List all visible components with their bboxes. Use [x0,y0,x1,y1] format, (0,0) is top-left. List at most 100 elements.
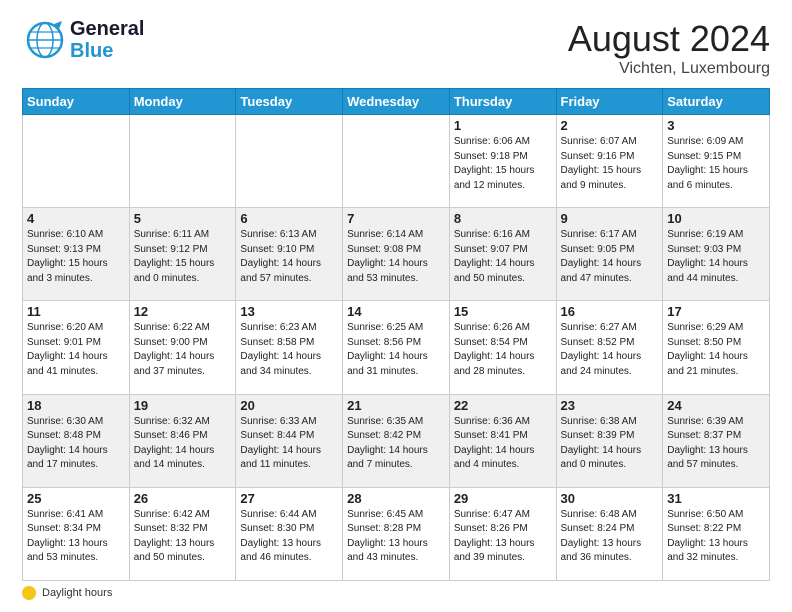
day-info: Sunrise: 6:11 AM Sunset: 9:12 PM Dayligh… [134,228,232,286]
day-number: 21 [347,398,445,413]
day-info: Sunrise: 6:35 AM Sunset: 8:42 PM Dayligh… [347,415,445,473]
day-number: 11 [27,304,125,319]
day-number: 26 [134,491,232,506]
day-number: 24 [667,398,765,413]
calendar-cell: 4 Sunrise: 6:10 AM Sunset: 9:13 PM Daylig… [23,208,130,301]
day-number: 1 [454,118,552,133]
day-info: Sunrise: 6:25 AM Sunset: 8:56 PM Dayligh… [347,321,445,379]
day-info: Sunrise: 6:30 AM Sunset: 8:48 PM Dayligh… [27,415,125,473]
day-info: Sunrise: 6:10 AM Sunset: 9:13 PM Dayligh… [27,228,125,286]
day-number: 4 [27,211,125,226]
calendar-cell: 6 Sunrise: 6:13 AM Sunset: 9:10 PM Daylig… [236,208,343,301]
day-number: 13 [240,304,338,319]
calendar-cell: 27 Sunrise: 6:44 AM Sunset: 8:30 PM Dayli… [236,487,343,580]
day-info: Sunrise: 6:23 AM Sunset: 8:58 PM Dayligh… [240,321,338,379]
calendar-cell: 19Sunrise: 6:32 AM Sunset: 8:46 PM Dayli… [129,394,236,487]
day-info: Sunrise: 6:09 AM Sunset: 9:15 PM Dayligh… [667,135,765,193]
calendar-cell: 15 Sunrise: 6:26 AM Sunset: 8:54 PM Dayli… [449,301,556,394]
page: General Blue August 2024 Vichten, Luxemb… [0,0,792,612]
day-info: Sunrise: 6:22 AM Sunset: 9:00 PM Dayligh… [134,321,232,379]
day-info: Sunrise: 6:48 AM Sunset: 8:24 PM Dayligh… [561,508,659,566]
day-number: 16 [561,304,659,319]
calendar-cell [129,115,236,208]
day-number: 12 [134,304,232,319]
day-number: 14 [347,304,445,319]
day-info: Sunrise: 6:44 AM Sunset: 8:30 PM Dayligh… [240,508,338,566]
day-info: Sunrise: 6:42 AM Sunset: 8:32 PM Dayligh… [134,508,232,566]
day-number: 31 [667,491,765,506]
day-info: Sunrise: 6:20 AM Sunset: 9:01 PM Dayligh… [27,321,125,379]
footer-label: Daylight hours [42,587,112,599]
day-info: Sunrise: 6:36 AM Sunset: 8:41 PM Dayligh… [454,415,552,473]
day-number: 8 [454,211,552,226]
calendar-week-4: 25Sunrise: 6:41 AM Sunset: 8:34 PM Dayli… [23,487,770,580]
weekday-header-row: Sunday Monday Tuesday Wednesday Thursday… [23,89,770,115]
calendar-body: 1Sunrise: 6:06 AM Sunset: 9:18 PM Daylig… [23,115,770,581]
day-number: 15 [454,304,552,319]
calendar-cell: 25Sunrise: 6:41 AM Sunset: 8:34 PM Dayli… [23,487,130,580]
day-info: Sunrise: 6:39 AM Sunset: 8:37 PM Dayligh… [667,415,765,473]
day-number: 25 [27,491,125,506]
footer: Daylight hours [22,586,770,600]
day-number: 29 [454,491,552,506]
logo-blue: Blue [70,40,144,62]
day-info: Sunrise: 6:17 AM Sunset: 9:05 PM Dayligh… [561,228,659,286]
calendar-week-0: 1Sunrise: 6:06 AM Sunset: 9:18 PM Daylig… [23,115,770,208]
day-number: 9 [561,211,659,226]
logo: General Blue [22,18,144,62]
calendar-cell [236,115,343,208]
calendar-week-2: 11 Sunrise: 6:20 AM Sunset: 9:01 PM Dayli… [23,301,770,394]
day-number: 3 [667,118,765,133]
calendar-week-3: 18Sunrise: 6:30 AM Sunset: 8:48 PM Dayli… [23,394,770,487]
month-title: August 2024 [568,18,770,60]
calendar-cell: 22Sunrise: 6:36 AM Sunset: 8:41 PM Dayli… [449,394,556,487]
calendar-cell: 28Sunrise: 6:45 AM Sunset: 8:28 PM Dayli… [343,487,450,580]
location: Vichten, Luxembourg [568,60,770,78]
calendar-cell: 12 Sunrise: 6:22 AM Sunset: 9:00 PM Dayli… [129,301,236,394]
header-friday: Friday [556,89,663,115]
calendar-cell: 8Sunrise: 6:16 AM Sunset: 9:07 PM Daylig… [449,208,556,301]
day-info: Sunrise: 6:14 AM Sunset: 9:08 PM Dayligh… [347,228,445,286]
day-info: Sunrise: 6:07 AM Sunset: 9:16 PM Dayligh… [561,135,659,193]
day-info: Sunrise: 6:19 AM Sunset: 9:03 PM Dayligh… [667,228,765,286]
calendar-cell: 23 Sunrise: 6:38 AM Sunset: 8:39 PM Dayli… [556,394,663,487]
sun-icon [22,586,36,600]
day-number: 27 [240,491,338,506]
day-info: Sunrise: 6:26 AM Sunset: 8:54 PM Dayligh… [454,321,552,379]
calendar-cell: 13 Sunrise: 6:23 AM Sunset: 8:58 PM Dayli… [236,301,343,394]
calendar-cell: 2 Sunrise: 6:07 AM Sunset: 9:16 PM Daylig… [556,115,663,208]
day-info: Sunrise: 6:45 AM Sunset: 8:28 PM Dayligh… [347,508,445,566]
header-tuesday: Tuesday [236,89,343,115]
day-info: Sunrise: 6:47 AM Sunset: 8:26 PM Dayligh… [454,508,552,566]
calendar-cell: 20Sunrise: 6:33 AM Sunset: 8:44 PM Dayli… [236,394,343,487]
header: General Blue August 2024 Vichten, Luxemb… [22,18,770,78]
calendar-cell: 24 Sunrise: 6:39 AM Sunset: 8:37 PM Dayli… [663,394,770,487]
calendar-cell [343,115,450,208]
day-number: 30 [561,491,659,506]
day-number: 17 [667,304,765,319]
day-number: 2 [561,118,659,133]
day-info: Sunrise: 6:13 AM Sunset: 9:10 PM Dayligh… [240,228,338,286]
day-number: 23 [561,398,659,413]
day-number: 20 [240,398,338,413]
calendar-week-1: 4 Sunrise: 6:10 AM Sunset: 9:13 PM Daylig… [23,208,770,301]
calendar-table: Sunday Monday Tuesday Wednesday Thursday… [22,88,770,581]
globe-icon [22,19,68,61]
day-info: Sunrise: 6:38 AM Sunset: 8:39 PM Dayligh… [561,415,659,473]
calendar-cell: 18Sunrise: 6:30 AM Sunset: 8:48 PM Dayli… [23,394,130,487]
calendar-cell: 21 Sunrise: 6:35 AM Sunset: 8:42 PM Dayli… [343,394,450,487]
calendar-cell: 1Sunrise: 6:06 AM Sunset: 9:18 PM Daylig… [449,115,556,208]
calendar-cell: 7 Sunrise: 6:14 AM Sunset: 9:08 PM Daylig… [343,208,450,301]
calendar-cell: 3 Sunrise: 6:09 AM Sunset: 9:15 PM Daylig… [663,115,770,208]
calendar-cell: 9 Sunrise: 6:17 AM Sunset: 9:05 PM Daylig… [556,208,663,301]
day-number: 10 [667,211,765,226]
day-number: 7 [347,211,445,226]
calendar-cell [23,115,130,208]
title-area: August 2024 Vichten, Luxembourg [568,18,770,78]
calendar-cell: 11 Sunrise: 6:20 AM Sunset: 9:01 PM Dayli… [23,301,130,394]
day-info: Sunrise: 6:29 AM Sunset: 8:50 PM Dayligh… [667,321,765,379]
header-wednesday: Wednesday [343,89,450,115]
calendar-cell: 30 Sunrise: 6:48 AM Sunset: 8:24 PM Dayli… [556,487,663,580]
day-number: 6 [240,211,338,226]
calendar-cell: 16Sunrise: 6:27 AM Sunset: 8:52 PM Dayli… [556,301,663,394]
